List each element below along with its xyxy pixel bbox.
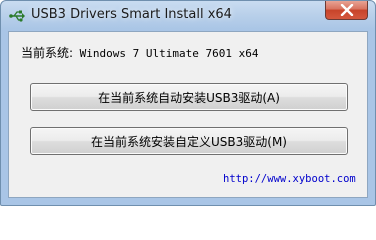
close-icon xyxy=(340,4,354,16)
usb-icon xyxy=(9,8,25,24)
website-link[interactable]: http://www.xyboot.com xyxy=(223,173,356,185)
custom-install-button[interactable]: 在当前系统安装自定义USB3驱动(M) xyxy=(30,127,348,155)
close-button[interactable] xyxy=(325,1,368,20)
current-system-line: 当前系统: Windows 7 Ultimate 7601 x64 xyxy=(21,44,258,61)
current-system-label: 当前系统: xyxy=(21,46,74,60)
current-system-value: Windows 7 Ultimate 7601 x64 xyxy=(73,47,259,60)
auto-install-button[interactable]: 在当前系统自动安装USB3驱动(A) xyxy=(30,83,348,111)
window-title: USB3 Drivers Smart Install x64 xyxy=(31,7,232,22)
app-window: USB3 Drivers Smart Install x64 当前系统: Win… xyxy=(0,0,376,206)
dialog-body: 当前系统: Windows 7 Ultimate 7601 x64 在当前系统自… xyxy=(8,31,368,198)
title-bar[interactable]: USB3 Drivers Smart Install x64 xyxy=(1,1,375,31)
